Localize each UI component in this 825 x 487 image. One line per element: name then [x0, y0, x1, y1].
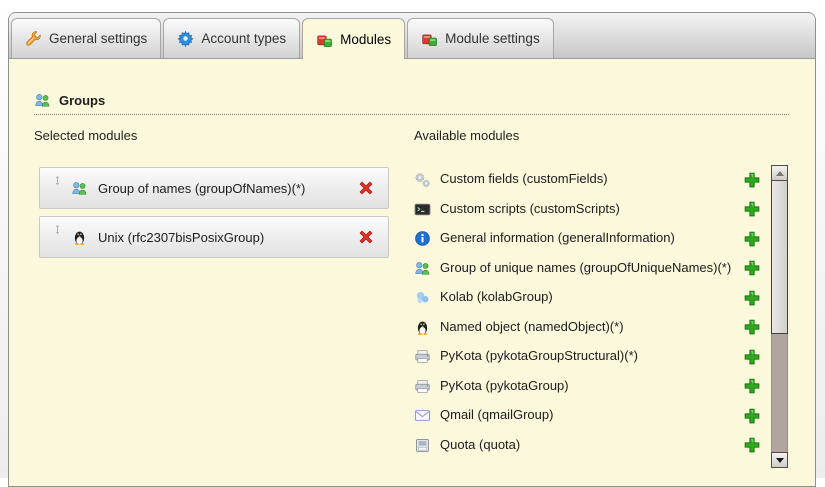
- scroll-thumb[interactable]: [771, 181, 788, 334]
- module-label: Custom fields (customFields): [440, 170, 735, 189]
- module-label: PyKota (pykotaGroup): [440, 377, 735, 396]
- selected-modules-list: Group of names (groupOfNames)(*) Unix (r…: [39, 167, 389, 258]
- scroll-down-button[interactable]: [771, 452, 788, 468]
- info-icon: [414, 230, 431, 247]
- section-header: Groups: [34, 92, 789, 115]
- add-module-button[interactable]: [743, 407, 761, 425]
- scrollbar[interactable]: [771, 165, 788, 468]
- module-label: Group of unique names (groupOfUniqueName…: [440, 259, 735, 278]
- drag-handle-icon[interactable]: [52, 173, 63, 188]
- available-module-row: Quota (quota): [414, 431, 761, 461]
- module-label: Unix (rfc2307bisPosixGroup): [98, 230, 357, 245]
- kolab-icon: [414, 289, 431, 306]
- drag-handle-icon[interactable]: [52, 222, 63, 237]
- group-icon: [414, 260, 431, 277]
- modules-icon: [316, 31, 333, 48]
- selected-module-row[interactable]: Group of names (groupOfNames)(*): [39, 167, 389, 209]
- add-module-button[interactable]: [743, 171, 761, 189]
- modules-icon: [421, 30, 438, 47]
- available-module-row: Custom fields (customFields): [414, 165, 761, 195]
- module-label: PyKota (pykotaGroupStructural)(*): [440, 347, 735, 366]
- module-label: General information (generalInformation): [440, 229, 735, 248]
- available-modules-wrap: Custom fields (customFields) Custom scri…: [414, 165, 789, 468]
- available-module-row: PyKota (pykotaGroup): [414, 372, 761, 402]
- available-module-row: Qmail (qmailGroup): [414, 401, 761, 431]
- selected-modules-column: Selected modules Group of names (groupOf…: [34, 128, 414, 468]
- add-module-button[interactable]: [743, 377, 761, 395]
- available-modules-label: Available modules: [414, 128, 789, 143]
- printer-icon: [414, 348, 431, 365]
- add-module-button[interactable]: [743, 259, 761, 277]
- terminal-icon: [414, 201, 431, 218]
- mail-icon: [414, 407, 431, 424]
- scroll-up-button[interactable]: [771, 165, 788, 181]
- module-label: Kolab (kolabGroup): [440, 288, 735, 307]
- wrench-icon: [25, 30, 42, 47]
- tux-icon: [414, 319, 431, 336]
- tab-general-settings[interactable]: General settings: [11, 18, 161, 58]
- add-module-button[interactable]: [743, 436, 761, 454]
- tab-bar: General settings Account types Modules M…: [9, 13, 815, 59]
- available-module-row: PyKota (pykotaGroupStructural)(*): [414, 342, 761, 372]
- module-label: Quota (quota): [440, 436, 735, 455]
- selected-module-row[interactable]: Unix (rfc2307bisPosixGroup): [39, 216, 389, 258]
- available-module-row: Named object (namedObject)(*): [414, 313, 761, 343]
- available-module-row: Custom scripts (customScripts): [414, 195, 761, 225]
- gears-icon: [414, 171, 431, 188]
- module-label: Group of names (groupOfNames)(*): [98, 181, 357, 196]
- selected-modules-label: Selected modules: [34, 128, 414, 143]
- triangle-down-icon: [776, 458, 784, 463]
- available-modules-column: Available modules Custom fields (customF…: [414, 128, 789, 468]
- add-module-button[interactable]: [743, 230, 761, 248]
- remove-module-button[interactable]: [357, 228, 375, 246]
- group-icon: [71, 180, 88, 197]
- tab-account-types[interactable]: Account types: [163, 18, 300, 58]
- tab-label: Account types: [201, 31, 286, 46]
- add-module-button[interactable]: [743, 289, 761, 307]
- printer-icon: [414, 378, 431, 395]
- tux-icon: [71, 229, 88, 246]
- module-label: Custom scripts (customScripts): [440, 200, 735, 219]
- add-module-button[interactable]: [743, 318, 761, 336]
- triangle-up-icon: [776, 171, 784, 176]
- disk-icon: [414, 437, 431, 454]
- available-module-row: Kolab (kolabGroup): [414, 283, 761, 313]
- groups-icon: [34, 92, 51, 109]
- module-label: Qmail (qmailGroup): [440, 406, 735, 425]
- modules-tab-content: Groups Selected modules Group of names (…: [9, 92, 815, 468]
- tab-label: Module settings: [445, 31, 540, 46]
- tab-label: Modules: [340, 32, 391, 47]
- available-module-row: Group of unique names (groupOfUniqueName…: [414, 254, 761, 284]
- tab-modules[interactable]: Modules: [302, 18, 405, 59]
- add-module-button[interactable]: [743, 348, 761, 366]
- tab-label: General settings: [49, 31, 147, 46]
- add-module-button[interactable]: [743, 200, 761, 218]
- remove-module-button[interactable]: [357, 179, 375, 197]
- module-columns: Selected modules Group of names (groupOf…: [34, 128, 789, 468]
- settings-panel: General settings Account types Modules M…: [8, 12, 816, 487]
- tab-module-settings[interactable]: Module settings: [407, 18, 554, 58]
- scroll-track[interactable]: [771, 334, 788, 452]
- gear-icon: [177, 30, 194, 47]
- available-modules-list: Custom fields (customFields) Custom scri…: [414, 165, 761, 468]
- module-label: Named object (namedObject)(*): [440, 318, 735, 337]
- section-title: Groups: [59, 93, 105, 108]
- available-module-row: General information (generalInformation): [414, 224, 761, 254]
